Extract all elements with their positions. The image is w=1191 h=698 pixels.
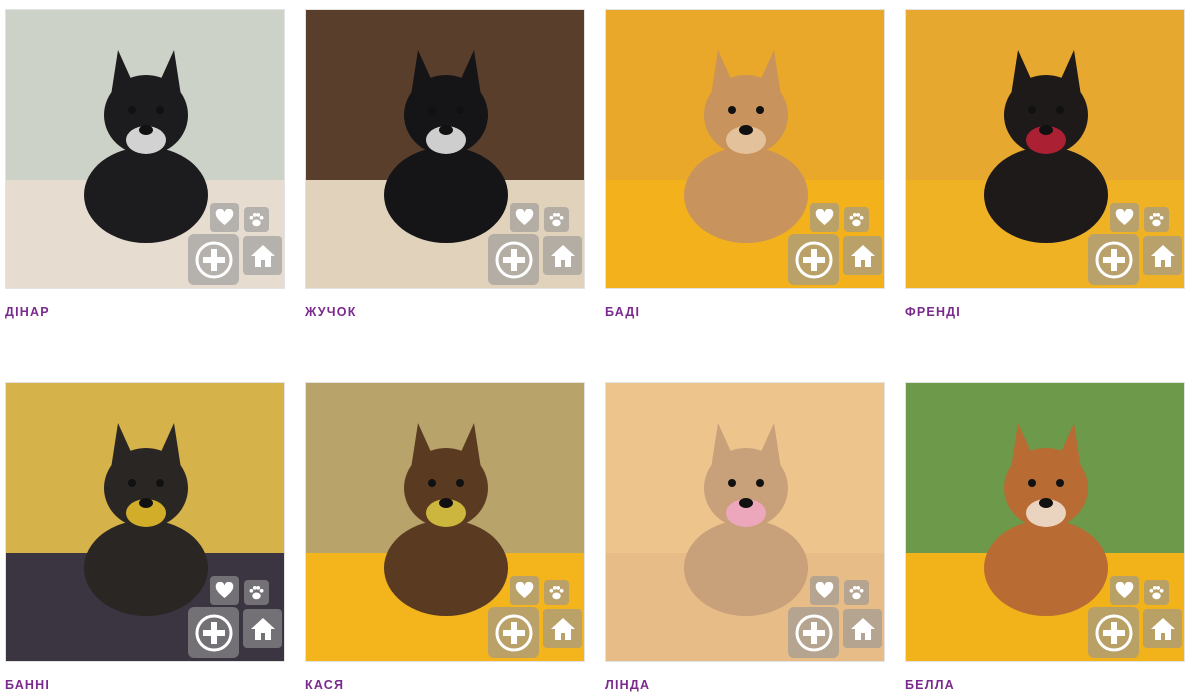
paw-button[interactable] <box>244 207 269 232</box>
home-button[interactable] <box>543 609 582 648</box>
add-button[interactable] <box>488 607 539 658</box>
add-button[interactable] <box>188 607 239 658</box>
pet-photo[interactable] <box>905 9 1185 289</box>
pet-photo[interactable] <box>605 382 885 662</box>
heart-icon <box>215 209 234 226</box>
favorite-button[interactable] <box>210 203 239 232</box>
pet-name[interactable]: ФРЕНДІ <box>905 305 961 319</box>
home-button[interactable] <box>243 609 282 648</box>
home-button[interactable] <box>843 609 882 648</box>
plus-circle-icon <box>795 241 832 278</box>
plus-circle-icon <box>195 614 232 651</box>
home-button[interactable] <box>243 236 282 275</box>
pet-grid: ДІНАР ЖУЧОК БАДІ ФРЕНДІ БАННІ КАСЯ ЛІНДА… <box>0 0 1191 698</box>
paw-icon <box>549 212 564 227</box>
pet-name[interactable]: ЖУЧОК <box>305 305 357 319</box>
favorite-button[interactable] <box>810 203 839 232</box>
favorite-button[interactable] <box>1110 576 1139 605</box>
paw-button[interactable] <box>244 580 269 605</box>
pet-photo[interactable] <box>605 9 885 289</box>
paw-button[interactable] <box>1144 207 1169 232</box>
paw-icon <box>1149 212 1164 227</box>
paw-button[interactable] <box>544 207 569 232</box>
pet-card[interactable]: ФРЕНДІ <box>905 9 1185 319</box>
heart-icon <box>1115 582 1134 599</box>
pet-name[interactable]: БАННІ <box>5 678 50 692</box>
house-icon <box>1150 617 1175 640</box>
pet-name[interactable]: КАСЯ <box>305 678 344 692</box>
add-button[interactable] <box>788 234 839 285</box>
paw-icon <box>549 585 564 600</box>
pet-name[interactable]: БЕЛЛА <box>905 678 955 692</box>
home-button[interactable] <box>843 236 882 275</box>
add-button[interactable] <box>1088 607 1139 658</box>
pet-card[interactable]: ДІНАР <box>5 9 285 319</box>
favorite-button[interactable] <box>510 576 539 605</box>
paw-icon <box>1149 585 1164 600</box>
pet-card[interactable]: КАСЯ <box>305 382 585 692</box>
pet-photo[interactable] <box>5 9 285 289</box>
pet-photo[interactable] <box>5 382 285 662</box>
pet-card[interactable]: БАДІ <box>605 9 885 319</box>
plus-circle-icon <box>195 241 232 278</box>
plus-circle-icon <box>795 614 832 651</box>
paw-icon <box>249 585 264 600</box>
favorite-button[interactable] <box>210 576 239 605</box>
pet-card[interactable]: ЖУЧОК <box>305 9 585 319</box>
house-icon <box>550 244 575 267</box>
paw-icon <box>249 212 264 227</box>
heart-icon <box>815 582 834 599</box>
add-button[interactable] <box>488 234 539 285</box>
pet-name[interactable]: ЛІНДА <box>605 678 650 692</box>
favorite-button[interactable] <box>1110 203 1139 232</box>
home-button[interactable] <box>543 236 582 275</box>
pet-name[interactable]: ДІНАР <box>5 305 50 319</box>
heart-icon <box>815 209 834 226</box>
favorite-button[interactable] <box>510 203 539 232</box>
house-icon <box>1150 244 1175 267</box>
house-icon <box>550 617 575 640</box>
pet-photo[interactable] <box>305 382 585 662</box>
plus-circle-icon <box>1095 241 1132 278</box>
paw-icon <box>849 585 864 600</box>
pet-card[interactable]: БЕЛЛА <box>905 382 1185 692</box>
house-icon <box>250 244 275 267</box>
heart-icon <box>215 582 234 599</box>
house-icon <box>850 244 875 267</box>
heart-icon <box>515 582 534 599</box>
paw-button[interactable] <box>844 207 869 232</box>
paw-button[interactable] <box>844 580 869 605</box>
plus-circle-icon <box>495 241 532 278</box>
paw-button[interactable] <box>544 580 569 605</box>
plus-circle-icon <box>495 614 532 651</box>
pet-photo[interactable] <box>905 382 1185 662</box>
pet-photo[interactable] <box>305 9 585 289</box>
pet-card[interactable]: ЛІНДА <box>605 382 885 692</box>
add-button[interactable] <box>188 234 239 285</box>
heart-icon <box>1115 209 1134 226</box>
house-icon <box>850 617 875 640</box>
house-icon <box>250 617 275 640</box>
home-button[interactable] <box>1143 609 1182 648</box>
add-button[interactable] <box>788 607 839 658</box>
pet-card[interactable]: БАННІ <box>5 382 285 692</box>
paw-button[interactable] <box>1144 580 1169 605</box>
heart-icon <box>515 209 534 226</box>
pet-name[interactable]: БАДІ <box>605 305 640 319</box>
paw-icon <box>849 212 864 227</box>
plus-circle-icon <box>1095 614 1132 651</box>
favorite-button[interactable] <box>810 576 839 605</box>
add-button[interactable] <box>1088 234 1139 285</box>
home-button[interactable] <box>1143 236 1182 275</box>
